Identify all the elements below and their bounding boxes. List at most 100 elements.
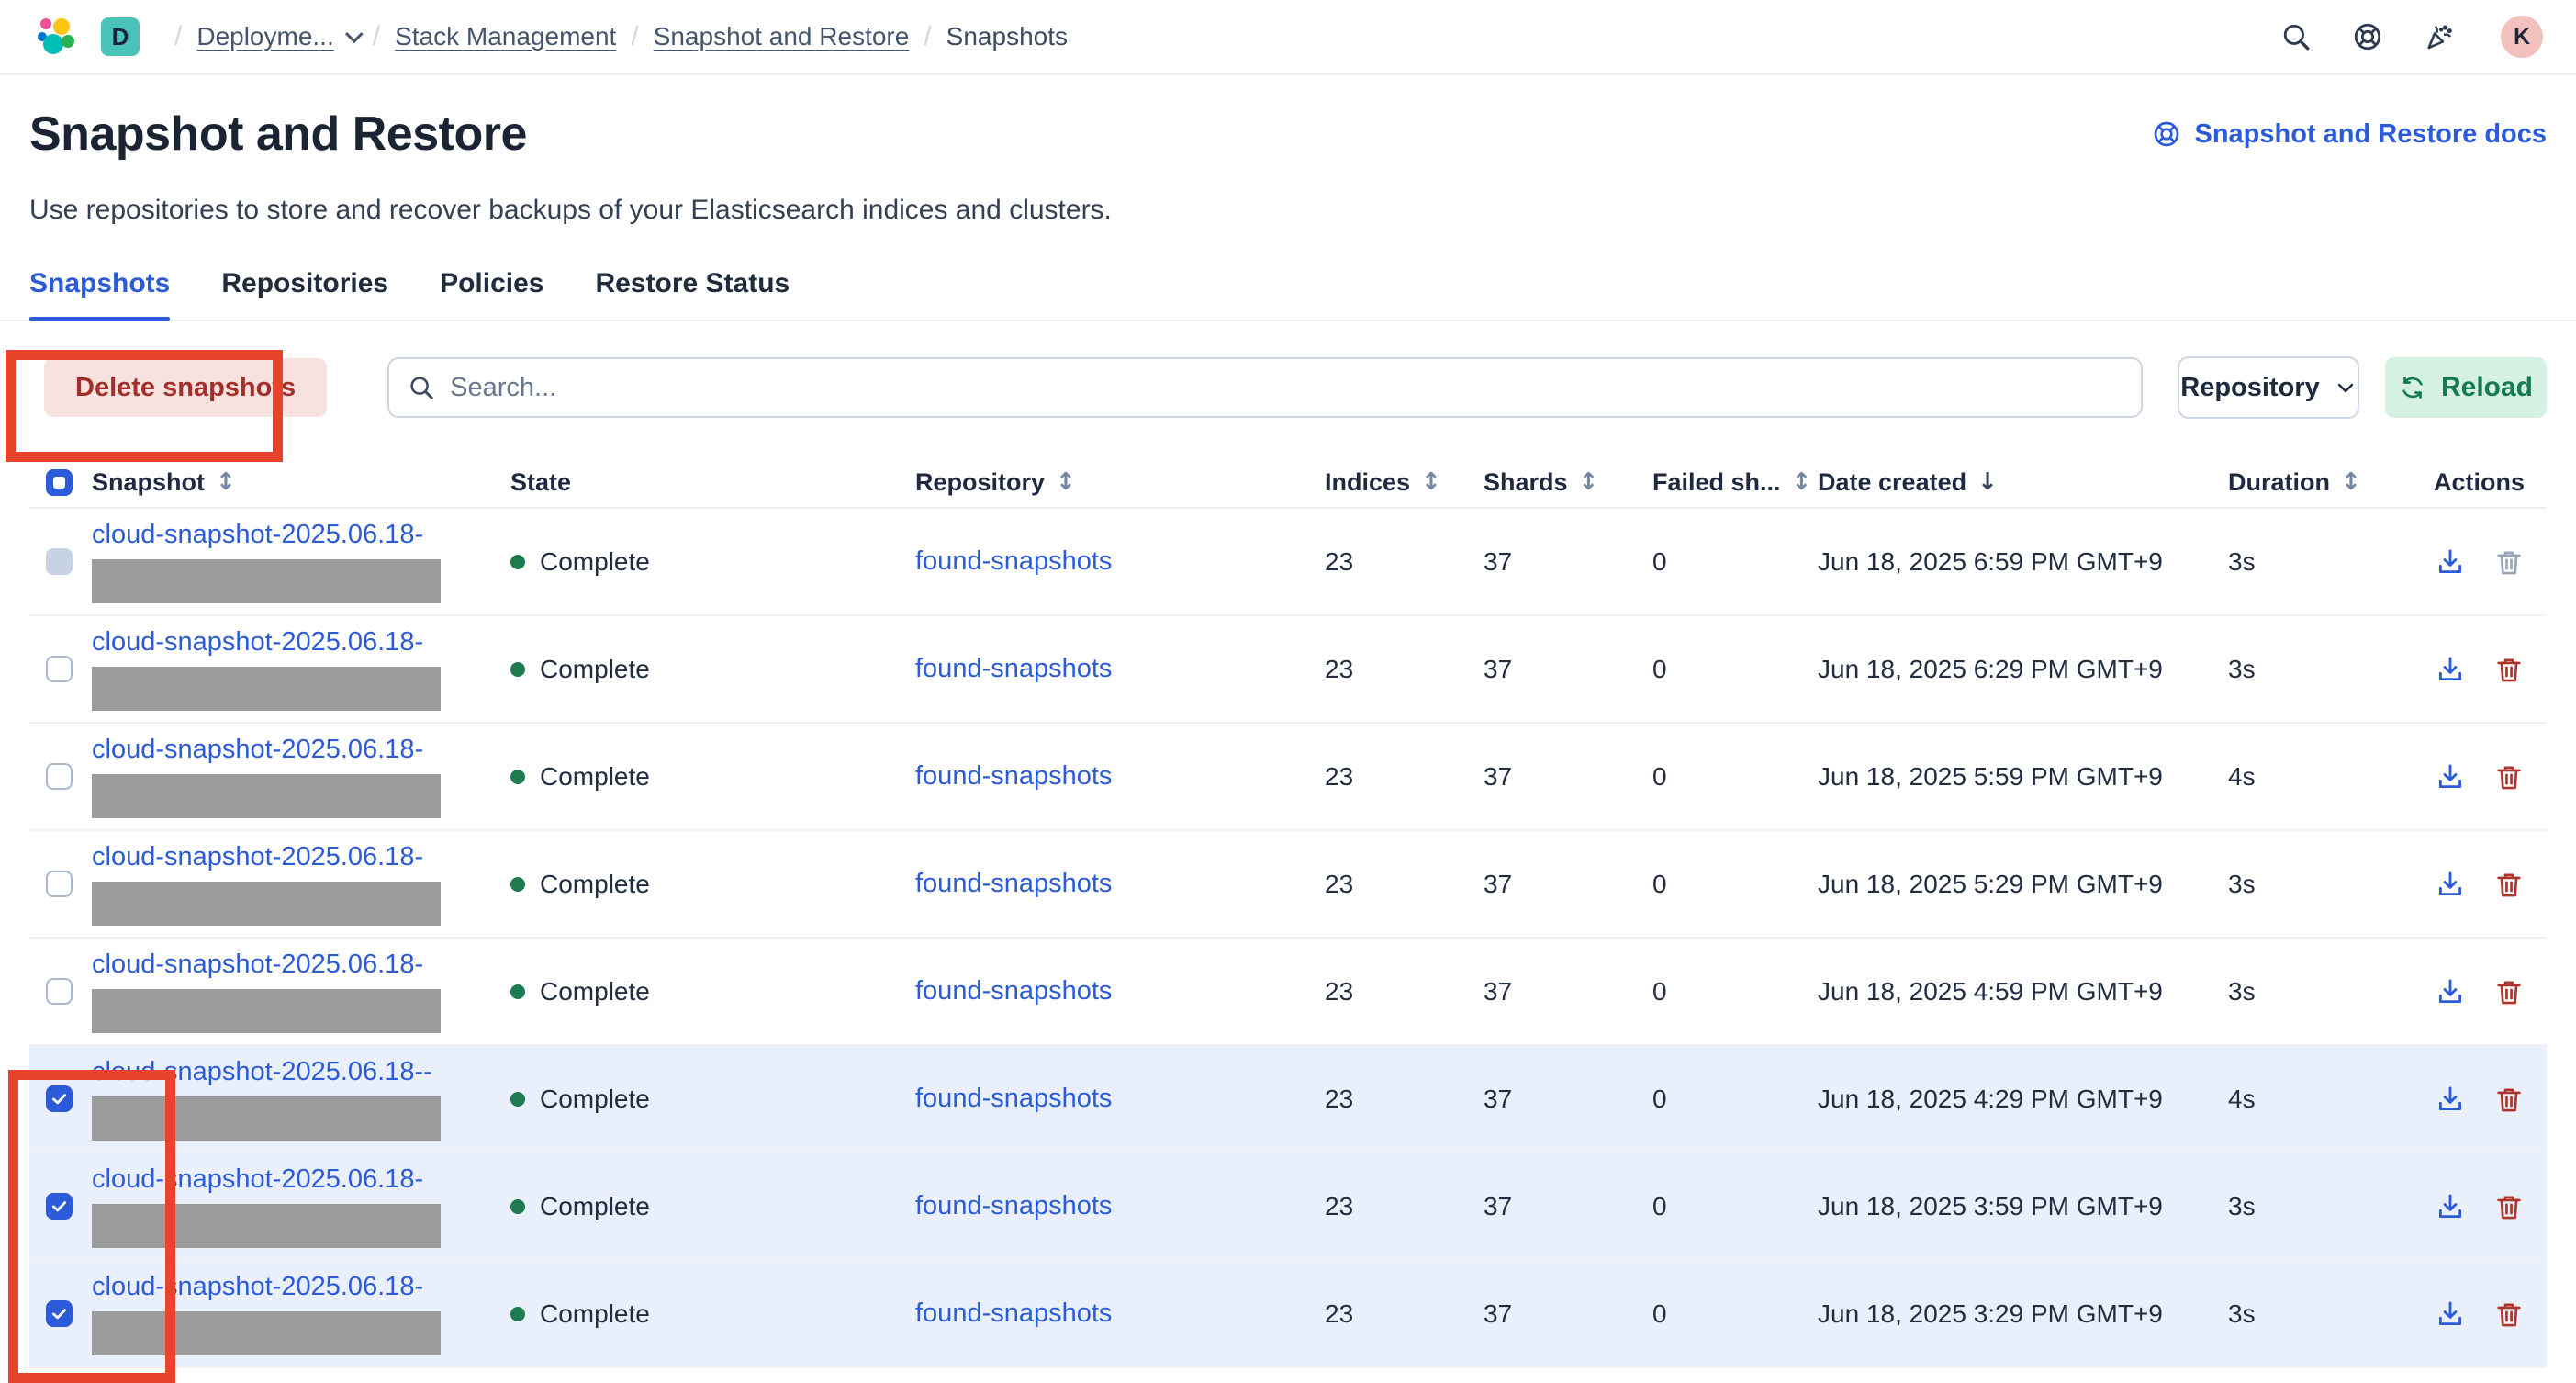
download-icon[interactable] — [2435, 761, 2466, 793]
search-input-icon — [408, 374, 435, 401]
snapshot-link[interactable]: cloud-snapshot-2025.06.18-- — [92, 1057, 432, 1087]
download-icon[interactable] — [2435, 1084, 2466, 1115]
docs-link[interactable]: Snapshot and Restore docs — [2152, 119, 2547, 150]
row-checkbox[interactable] — [46, 1300, 73, 1327]
trash-icon[interactable] — [2493, 976, 2525, 1007]
table-row: cloud-snapshot-2025.06.18- Complete foun… — [29, 939, 2547, 1046]
row-checkbox[interactable] — [46, 1193, 73, 1220]
user-avatar[interactable]: K — [2501, 16, 2543, 58]
trash-icon[interactable] — [2493, 654, 2525, 685]
tab-snapshots[interactable]: Snapshots — [29, 268, 170, 320]
column-header-failed-shards[interactable]: Failed sh... ↕ — [1652, 468, 1818, 497]
reload-button[interactable]: Reload — [2385, 357, 2547, 418]
date-created-value: Jun 18, 2025 6:59 PM GMT+9 — [1818, 547, 2228, 577]
repository-link[interactable]: found-snapshots — [915, 976, 1112, 1006]
redacted-snapshot-name — [92, 1096, 441, 1141]
redacted-snapshot-name — [92, 1204, 441, 1248]
row-checkbox[interactable] — [46, 1085, 73, 1112]
chevron-down-icon[interactable] — [345, 25, 364, 43]
duration-value: 3s — [2228, 1192, 2424, 1221]
download-icon[interactable] — [2435, 869, 2466, 900]
repository-link[interactable]: found-snapshots — [915, 654, 1112, 683]
sort-desc-icon: ↓ — [1977, 468, 1998, 496]
column-header-shards[interactable]: Shards ↕ — [1484, 468, 1652, 497]
snapshot-link[interactable]: cloud-snapshot-2025.06.18- — [92, 627, 423, 658]
download-icon[interactable] — [2435, 546, 2466, 578]
snapshot-link[interactable]: cloud-snapshot-2025.06.18- — [92, 735, 423, 765]
state-complete-dot — [510, 770, 525, 784]
snapshot-link[interactable]: cloud-snapshot-2025.06.18- — [92, 1164, 423, 1195]
column-header-indices[interactable]: Indices ↕ — [1325, 468, 1484, 497]
search-input[interactable] — [450, 373, 2122, 403]
row-checkbox[interactable] — [46, 763, 73, 790]
failed-shards-value: 0 — [1652, 762, 1818, 792]
column-header-repository[interactable]: Repository ↕ — [915, 468, 1325, 497]
tab-policies[interactable]: Policies — [440, 268, 543, 320]
column-header-date-created[interactable]: Date created ↓ — [1818, 468, 2228, 497]
help-icon[interactable] — [2352, 21, 2383, 52]
redacted-snapshot-name — [92, 882, 441, 926]
trash-icon[interactable] — [2493, 761, 2525, 793]
state-complete-dot — [510, 984, 525, 999]
date-created-value: Jun 18, 2025 3:29 PM GMT+9 — [1818, 1299, 2228, 1329]
trash-icon[interactable] — [2493, 546, 2525, 578]
repository-link[interactable]: found-snapshots — [915, 1191, 1112, 1220]
download-icon[interactable] — [2435, 1299, 2466, 1330]
search-icon[interactable] — [2280, 21, 2312, 52]
row-checkbox[interactable] — [46, 871, 73, 897]
deployment-badge[interactable]: D — [101, 17, 140, 56]
select-all-checkbox[interactable] — [46, 469, 73, 496]
state-complete-dot — [510, 1092, 525, 1107]
breadcrumb-snapshot-and-restore[interactable]: Snapshot and Restore — [654, 22, 910, 51]
date-created-value: Jun 18, 2025 4:29 PM GMT+9 — [1818, 1085, 2228, 1114]
delete-snapshots-button[interactable]: Delete snapshots — [44, 358, 327, 417]
repository-link[interactable]: found-snapshots — [915, 869, 1112, 898]
date-created-value: Jun 18, 2025 6:29 PM GMT+9 — [1818, 655, 2228, 684]
news-icon[interactable] — [2424, 21, 2455, 52]
elastic-logo[interactable] — [33, 15, 77, 59]
duration-value: 3s — [2228, 655, 2424, 684]
repository-link[interactable]: found-snapshots — [915, 1299, 1112, 1328]
download-icon[interactable] — [2435, 976, 2466, 1007]
trash-icon[interactable] — [2493, 869, 2525, 900]
sort-icon: ↕ — [1792, 468, 1812, 496]
table-row: cloud-snapshot-2025.06.18- Complete foun… — [29, 831, 2547, 939]
row-checkbox[interactable] — [46, 548, 73, 575]
search-box[interactable] — [387, 357, 2143, 418]
breadcrumb-deployment[interactable]: Deployme... — [196, 22, 333, 51]
tab-repositories[interactable]: Repositories — [221, 268, 388, 320]
trash-icon[interactable] — [2493, 1299, 2525, 1330]
column-header-snapshot[interactable]: Snapshot ↕ — [92, 468, 510, 497]
trash-icon[interactable] — [2493, 1084, 2525, 1115]
duration-value: 4s — [2228, 762, 2424, 792]
repository-link[interactable]: found-snapshots — [915, 546, 1112, 576]
tab-restore-status[interactable]: Restore Status — [595, 268, 790, 320]
redacted-snapshot-name — [92, 559, 441, 603]
duration-value: 3s — [2228, 547, 2424, 577]
snapshot-link[interactable]: cloud-snapshot-2025.06.18- — [92, 842, 423, 872]
redacted-snapshot-name — [92, 667, 441, 711]
breadcrumb-separator: / — [373, 21, 380, 52]
failed-shards-value: 0 — [1652, 1192, 1818, 1221]
state-complete-dot — [510, 1307, 525, 1321]
docs-link-label: Snapshot and Restore docs — [2194, 119, 2547, 150]
page-title: Snapshot and Restore — [29, 107, 527, 162]
repository-link[interactable]: found-snapshots — [915, 761, 1112, 791]
snapshot-link[interactable]: cloud-snapshot-2025.06.18- — [92, 520, 423, 550]
repository-filter-button[interactable]: Repository — [2178, 356, 2359, 419]
snapshot-link[interactable]: cloud-snapshot-2025.06.18- — [92, 1272, 423, 1302]
column-header-duration[interactable]: Duration ↕ — [2228, 468, 2424, 497]
snapshot-link[interactable]: cloud-snapshot-2025.06.18- — [92, 950, 423, 980]
download-icon[interactable] — [2435, 1191, 2466, 1222]
table-header-row: Snapshot ↕ State Repository ↕ Indices ↕ … — [29, 457, 2547, 509]
breadcrumb-separator: / — [924, 21, 931, 52]
indices-value: 23 — [1325, 1299, 1484, 1329]
trash-icon[interactable] — [2493, 1191, 2525, 1222]
row-checkbox[interactable] — [46, 656, 73, 682]
row-checkbox[interactable] — [46, 978, 73, 1005]
breadcrumb-stack-management[interactable]: Stack Management — [395, 22, 616, 51]
download-icon[interactable] — [2435, 654, 2466, 685]
failed-shards-value: 0 — [1652, 655, 1818, 684]
repository-link[interactable]: found-snapshots — [915, 1084, 1112, 1113]
duration-value: 3s — [2228, 977, 2424, 1006]
